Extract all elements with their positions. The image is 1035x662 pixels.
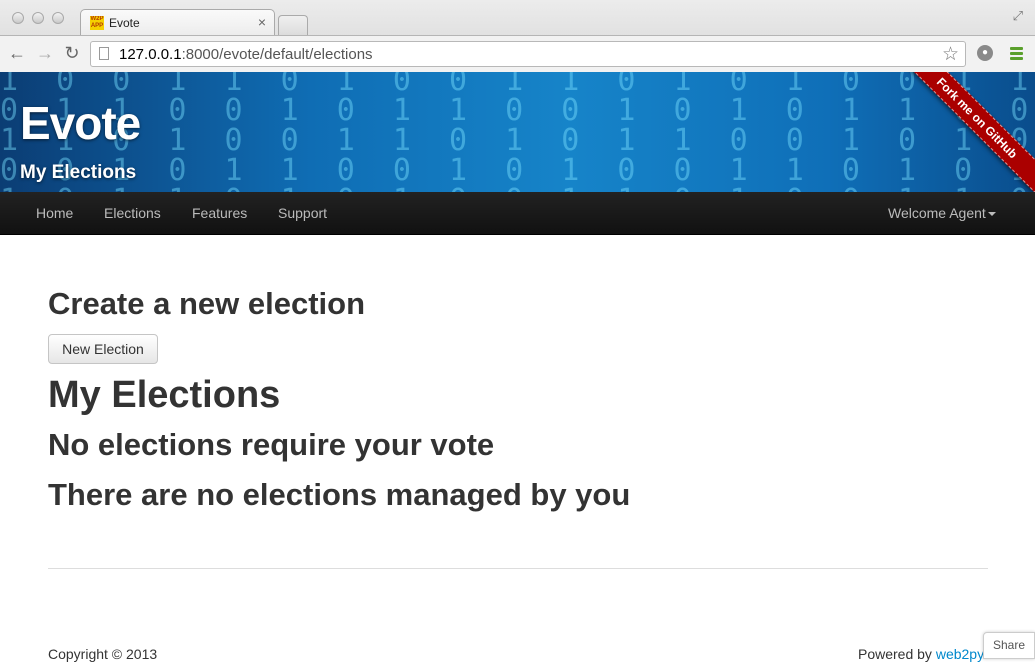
- bookmark-star-icon[interactable]: ☆: [942, 43, 959, 66]
- share-button[interactable]: Share: [983, 632, 1035, 659]
- zoom-window-button[interactable]: [52, 12, 64, 24]
- binary-matrix-background: 1 0 0 1 1 0 1 0 0 1 1 0 1 0 1 0 0 1 1 0 …: [0, 72, 1035, 192]
- forward-icon[interactable]: →: [35, 43, 55, 64]
- my-elections-heading: My Elections: [48, 374, 281, 416]
- url-text[interactable]: 127.0.0.1:8000/evote/default/elections: [119, 46, 373, 63]
- browser-window-chrome: W2P APP Evote × ⤢ ← → ↻ 127.0.0.1:8000/e…: [0, 0, 1035, 73]
- user-menu-dropdown[interactable]: Welcome Agent: [888, 205, 996, 221]
- reload-icon[interactable]: ↻: [62, 43, 82, 64]
- powered-by: Powered by web2py: [858, 646, 985, 662]
- web2py-favicon-icon: W2P APP: [90, 16, 104, 30]
- tab-title: Evote: [109, 16, 140, 30]
- create-election-heading: Create a new election: [48, 286, 366, 321]
- new-election-button[interactable]: New Election: [48, 334, 158, 364]
- new-tab-button[interactable]: [278, 15, 308, 35]
- address-bar[interactable]: 127.0.0.1:8000/evote/default/elections ☆: [90, 41, 966, 67]
- page-subtitle: My Elections: [20, 162, 137, 183]
- nav-features[interactable]: Features: [192, 205, 247, 221]
- tab-close-icon[interactable]: ×: [258, 14, 266, 30]
- browser-tab[interactable]: W2P APP Evote ×: [80, 9, 275, 36]
- nav-elections[interactable]: Elections: [104, 205, 161, 221]
- minimize-window-button[interactable]: [32, 12, 44, 24]
- caret-down-icon: [987, 212, 996, 217]
- page-icon: [99, 47, 109, 60]
- web2py-link[interactable]: web2py: [936, 646, 984, 662]
- managed-status-text: There are no elections managed by you: [48, 477, 631, 512]
- copyright-text: Copyright © 2013: [48, 646, 158, 662]
- back-icon[interactable]: ←: [7, 43, 27, 64]
- footer-divider: [48, 568, 988, 569]
- nav-home[interactable]: Home: [36, 205, 73, 221]
- fullscreen-icon[interactable]: ⤢: [1013, 8, 1023, 24]
- browser-toolbar: ← → ↻ 127.0.0.1:8000/evote/default/elect…: [0, 35, 1035, 73]
- nav-support[interactable]: Support: [278, 205, 327, 221]
- header-banner: 1 0 0 1 1 0 1 0 0 1 1 0 1 0 1 0 0 1 1 0 …: [0, 72, 1035, 192]
- main-navbar: Home Elections Features Support Welcome …: [0, 192, 1035, 235]
- extension-icon[interactable]: ●: [977, 45, 993, 61]
- browser-menu-icon[interactable]: [1010, 47, 1023, 62]
- welcome-label: Welcome Agent: [888, 205, 986, 221]
- vote-status-text: No elections require your vote: [48, 427, 495, 462]
- site-brand[interactable]: Evote: [20, 96, 141, 150]
- close-window-button[interactable]: [12, 12, 24, 24]
